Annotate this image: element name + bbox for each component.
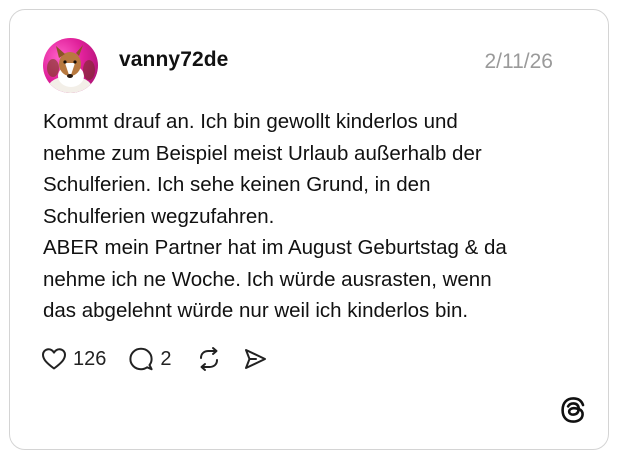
avatar[interactable] bbox=[43, 38, 98, 93]
post-body-line: das abgelehnt würde nur weil ich kinderl… bbox=[43, 299, 469, 322]
post-body-line: Kommt drauf an. Ich bin gewollt kinderlo… bbox=[43, 110, 458, 133]
share-button[interactable] bbox=[242, 346, 268, 372]
like-count: 126 bbox=[73, 347, 107, 370]
reply-button[interactable]: 2 bbox=[128, 346, 172, 372]
repost-icon bbox=[199, 347, 218, 371]
post-date: 2/11/26 bbox=[484, 50, 553, 73]
post-body-line: nehme zum Beispiel meist Urlaub außerhal… bbox=[43, 141, 482, 165]
post-card: vanny72de 2/11/26 Kommt drauf an. Ich bi… bbox=[9, 9, 609, 450]
repost-button[interactable] bbox=[196, 346, 222, 372]
post-body-line: nehme ich ne Woche. Ich würde ausrasten,… bbox=[43, 267, 492, 291]
threads-logo-icon[interactable] bbox=[559, 396, 587, 424]
avatar-dog-image bbox=[47, 45, 95, 93]
like-button[interactable]: 126 bbox=[41, 347, 106, 371]
post-body: Kommt drauf an. Ich bin gewollt kinderlo… bbox=[43, 106, 583, 327]
send-icon bbox=[244, 349, 266, 369]
comment-icon bbox=[129, 347, 153, 371]
post-body-line: Schulferien wegzufahren. bbox=[43, 204, 275, 228]
post-body-line: ABER mein Partner hat im August Geburtst… bbox=[43, 236, 507, 259]
heart-icon bbox=[42, 348, 66, 370]
username[interactable]: vanny72de bbox=[119, 48, 228, 72]
reply-count: 2 bbox=[160, 347, 172, 370]
post-body-line: Schulferien. Ich sehe keinen Grund, in d… bbox=[43, 173, 431, 196]
action-bar: 126 2 bbox=[41, 343, 268, 375]
